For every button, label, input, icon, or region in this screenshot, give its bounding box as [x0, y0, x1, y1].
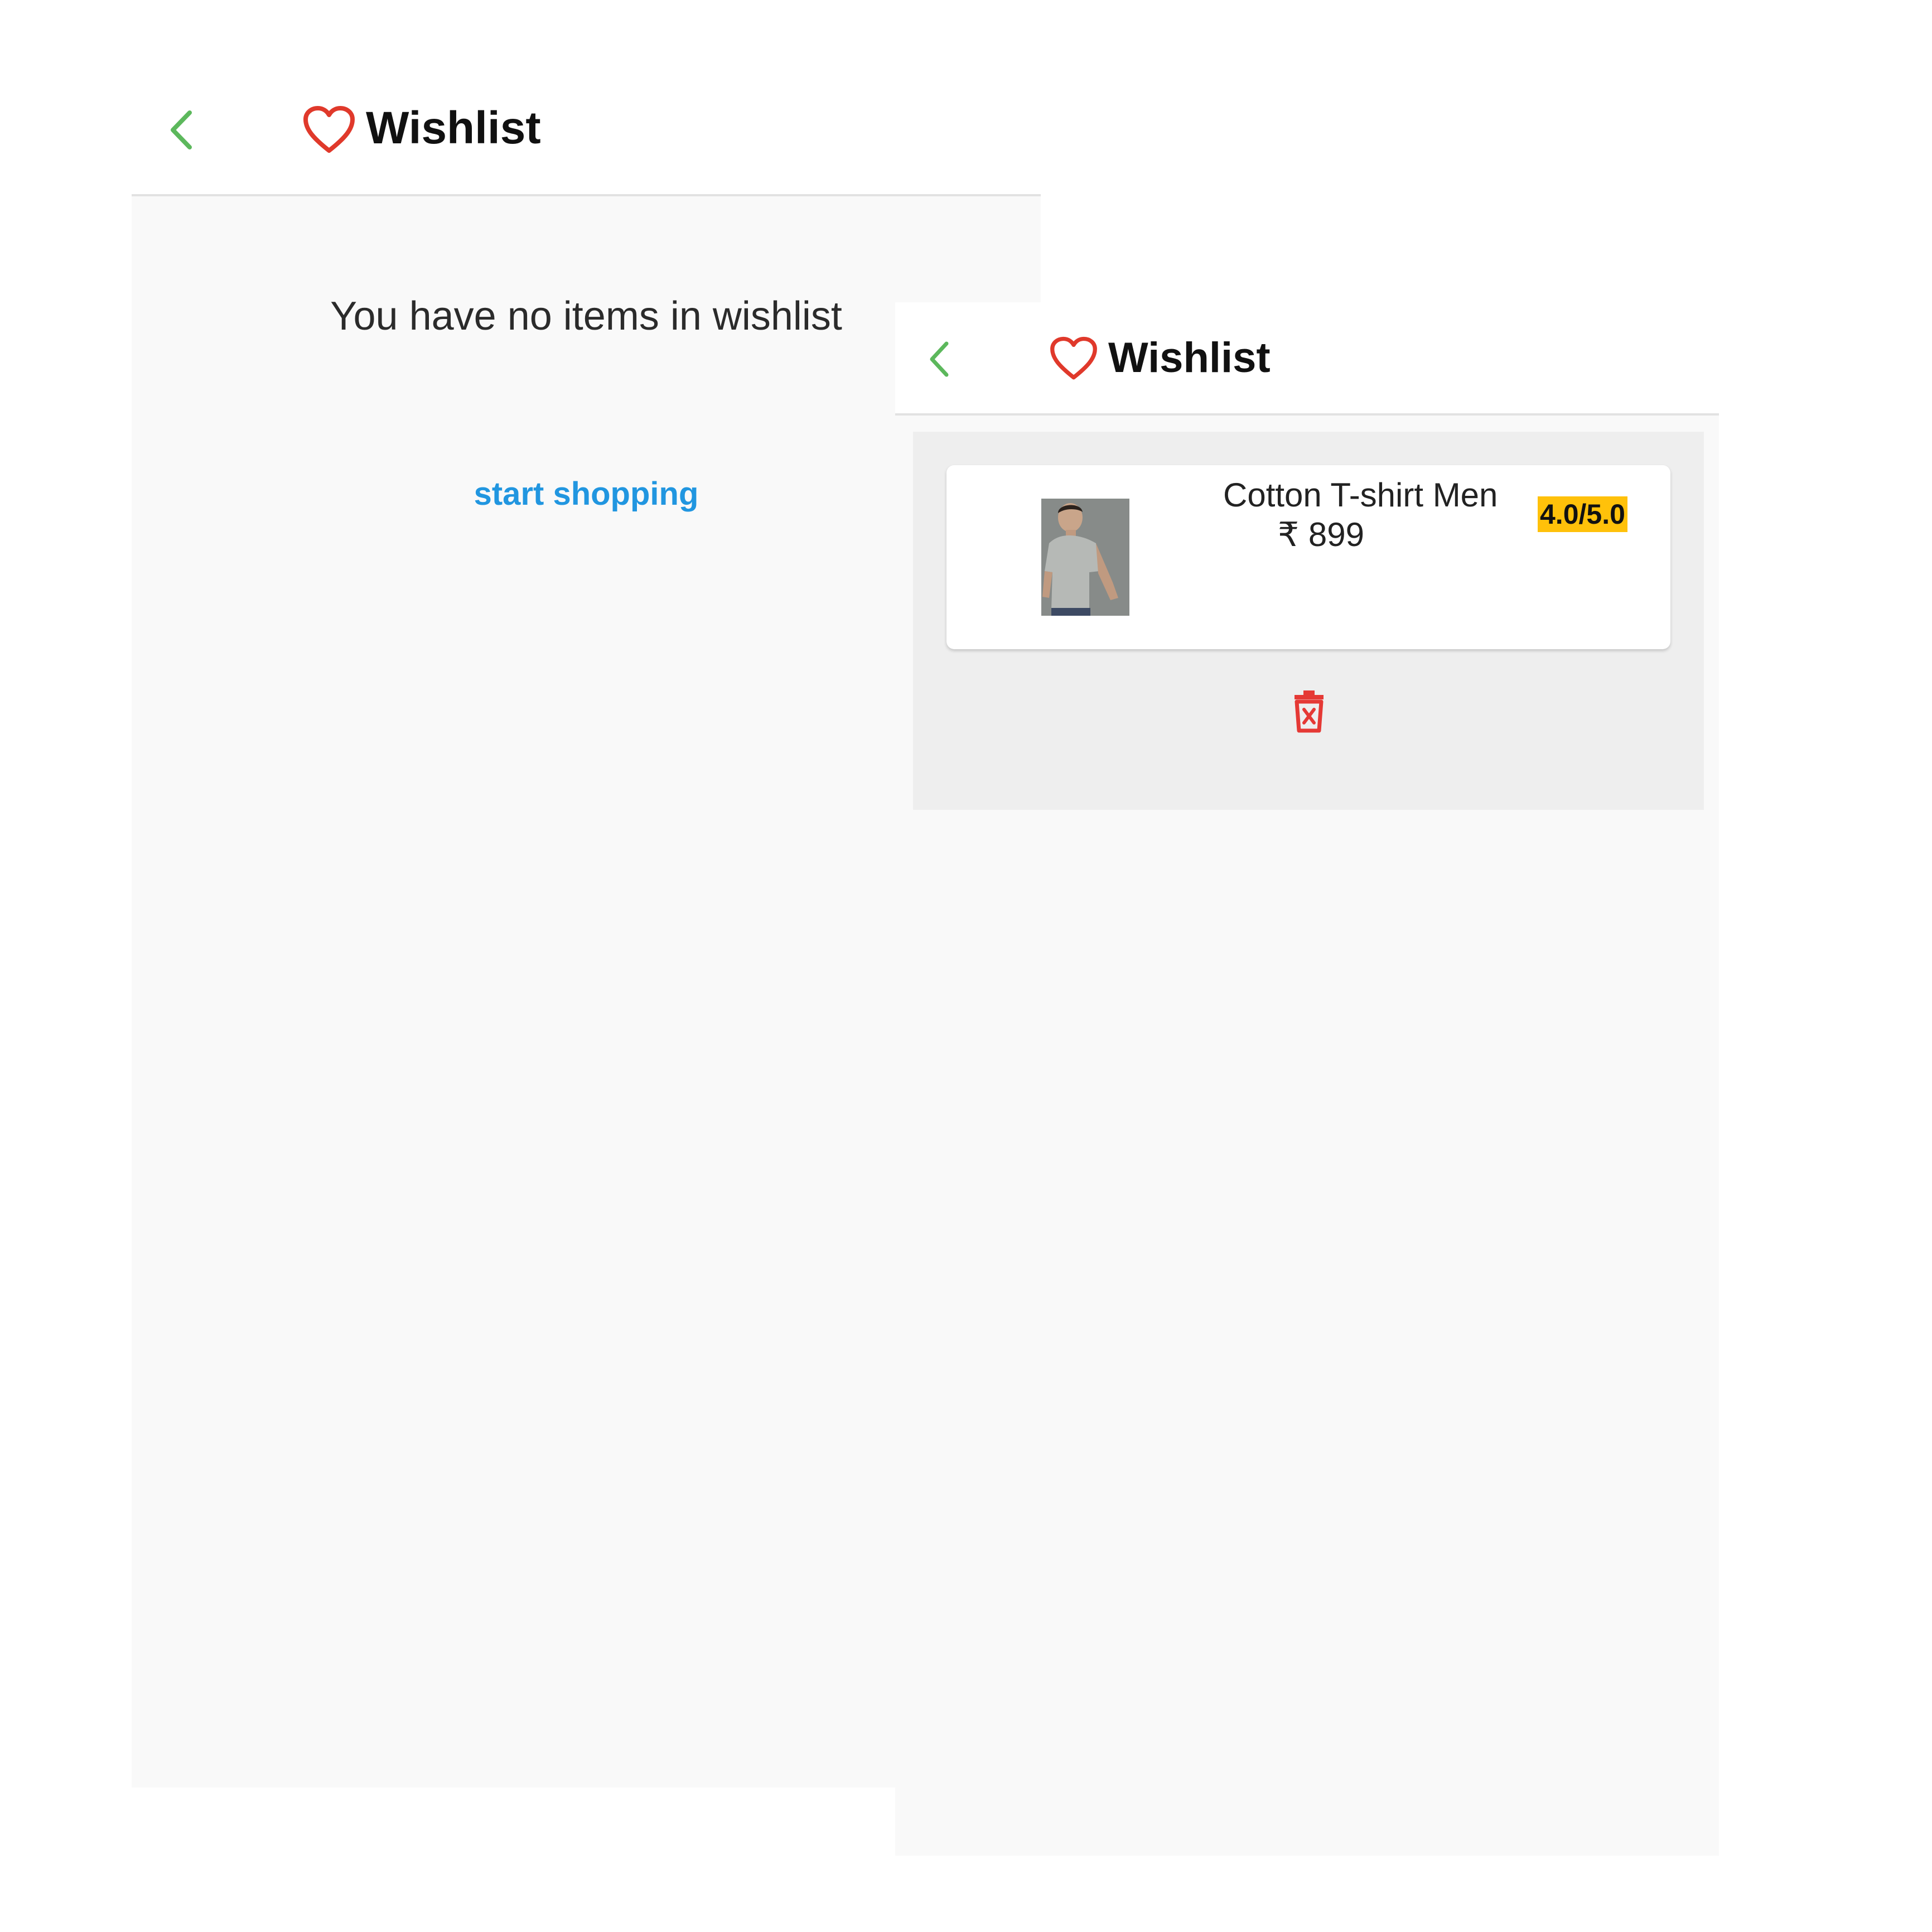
- heart-icon: [302, 105, 356, 155]
- product-price: ₹ 899: [1278, 516, 1364, 553]
- wishlist-item-card[interactable]: Cotton T-shirt Men ₹ 899 4.0/5.0: [946, 465, 1670, 649]
- page-title: Wishlist: [1108, 334, 1271, 381]
- product-image[interactable]: [1041, 499, 1129, 616]
- app-bar: Wishlist: [895, 302, 1719, 416]
- chevron-left-icon: [930, 341, 949, 377]
- wishlist-screen: Wishlist Cotton T-shirt Men ₹ 899 4.0/5.…: [895, 302, 1719, 1856]
- back-button[interactable]: [165, 105, 199, 155]
- heart-icon: [1049, 336, 1098, 381]
- remove-item-button[interactable]: [1292, 689, 1326, 733]
- rating-badge: 4.0/5.0: [1538, 496, 1627, 532]
- back-button[interactable]: [924, 336, 955, 383]
- app-bar: Wishlist: [132, 0, 1041, 196]
- page-title: Wishlist: [366, 103, 541, 153]
- wishlist-list: Cotton T-shirt Men ₹ 899 4.0/5.0: [913, 432, 1704, 810]
- product-name[interactable]: Cotton T-shirt Men: [1223, 473, 1498, 518]
- trash-icon: [1295, 690, 1324, 733]
- chevron-left-icon: [171, 110, 192, 149]
